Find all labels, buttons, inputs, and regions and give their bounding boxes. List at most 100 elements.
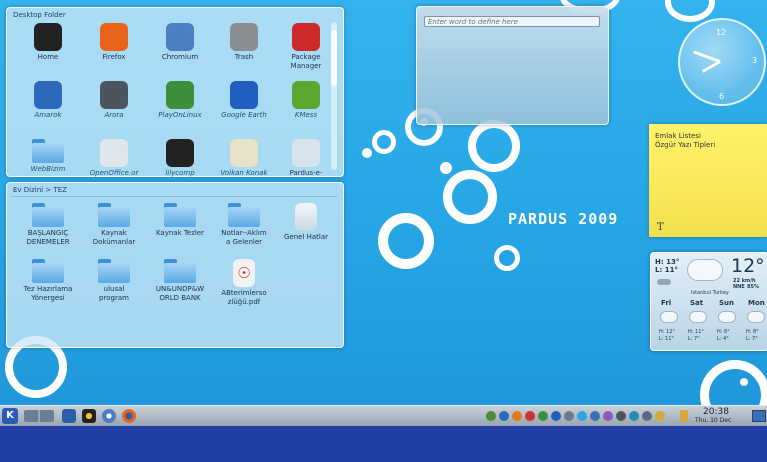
network-icon[interactable] [499, 411, 509, 421]
desktop-icon-playonlinux[interactable]: PlayOnLinux [149, 81, 211, 120]
icon-label: Notlar--Aklım a Gelenler [221, 229, 267, 246]
folder-icon [32, 139, 64, 163]
desktop-icon-webbizim[interactable]: WebBizim [17, 139, 79, 174]
desktop-icon-chromium[interactable]: Chromium [149, 23, 211, 62]
wallpaper-ring [443, 170, 497, 224]
chromium-icon [166, 23, 194, 51]
notifications-icon[interactable] [655, 411, 665, 421]
power-icon[interactable] [603, 411, 613, 421]
desktop-icon-trash[interactable]: Trash [213, 23, 275, 62]
cloud-rain-icon [718, 311, 736, 323]
package-manager-icon [292, 23, 320, 51]
scrollbar-handle[interactable] [331, 30, 337, 86]
bluetooth-icon[interactable] [551, 411, 561, 421]
icon-label: ulusal program [99, 285, 129, 302]
desktop-icon-package-manager[interactable]: Package Manager [275, 23, 337, 71]
forecast-high: H: 12° [659, 329, 675, 335]
forecast-day-name: Mon [748, 299, 765, 307]
clock-time[interactable]: 20:38 [703, 407, 729, 417]
text-format-icon[interactable]: T [657, 222, 664, 233]
wallpaper-ring [700, 360, 767, 405]
monitor-icon[interactable] [752, 410, 766, 422]
dictionary-search-input[interactable] [424, 16, 600, 27]
wallpaper-ring [494, 245, 520, 271]
cloud-rain-icon [660, 311, 678, 323]
wallpaper-dot [362, 148, 372, 158]
forecast-high: H: 8° [717, 329, 730, 335]
sticky-note[interactable]: Emlak Listesi Özgür Yazı Tipleri T [649, 124, 767, 237]
k-menu-button[interactable]: K [2, 408, 18, 424]
playonlinux-icon [166, 81, 194, 109]
folder-item[interactable]: Tez Hazırlama Yönergesi [17, 259, 79, 303]
forecast-low: L: 11° [659, 336, 674, 342]
folder-item[interactable]: Notlar--Aklım a Gelenler [213, 203, 275, 247]
kmess-icon [292, 81, 320, 109]
desktop-icon-lilycomp[interactable]: lilycomp [149, 139, 211, 178]
folder-icon [32, 203, 64, 227]
icon-label: Genel Hatlar [283, 233, 329, 241]
folder-icon [228, 203, 260, 227]
scrollbar[interactable] [331, 22, 337, 170]
show-desktop-icon[interactable] [62, 409, 76, 423]
kget-icon[interactable] [525, 411, 535, 421]
panel-title: Ev Dizini > TEZ [13, 186, 67, 194]
display-icon[interactable] [642, 411, 652, 421]
folder-icon [32, 259, 64, 283]
penguin-icon[interactable] [82, 409, 96, 423]
desktop-icon-firefox[interactable]: Firefox [83, 23, 145, 62]
wallpaper-dot [740, 378, 748, 386]
openoffice-icon [100, 139, 128, 167]
printer-icon[interactable] [564, 411, 574, 421]
forecast-day-name: Sun [719, 299, 735, 307]
klipper-icon[interactable] [629, 411, 639, 421]
document-icon [292, 139, 320, 167]
skype-icon[interactable] [577, 411, 587, 421]
desktop-icon-volkan-konak[interactable]: Volkan Konak [213, 139, 275, 178]
icon-label: Arora [104, 111, 124, 119]
folder-item[interactable]: Kaynak Dokümanlar [83, 203, 145, 247]
forecast-low: L: 7° [746, 336, 758, 342]
desktop-folder-panel[interactable]: Desktop Folder Home Firefox Chromium Trash P… [6, 7, 344, 177]
clipboard-icon[interactable] [512, 411, 522, 421]
desktop-wallpaper: PARDUS 2009 Desktop Folder Home Firefox Ch… [0, 0, 767, 405]
icon-label: BAŞLANGIÇ DENEMELER [26, 229, 70, 246]
update-icon[interactable] [486, 411, 496, 421]
pager-icon[interactable] [24, 410, 54, 422]
icon-label: Kaynak Dokümanlar [92, 229, 136, 246]
desktop-icon-pardus-e-[interactable]: Pardus-e- [275, 139, 337, 178]
icon-label: PlayOnLinux [158, 111, 202, 119]
icon-label: Kaynak Tezler [155, 229, 205, 237]
kmix-icon[interactable] [538, 411, 548, 421]
icon-label: Tez Hazırlama Yönergesi [23, 285, 73, 302]
folder-item[interactable]: Genel Hatlar [275, 203, 337, 242]
taskbar: K 20:38 Thu, 10 Dec [0, 405, 767, 426]
desktop-icon-kmess[interactable]: KMess [275, 81, 337, 120]
desktop-icon-google-earth[interactable]: Google Earth [213, 81, 275, 120]
home-folder-panel[interactable]: Ev Dizini > TEZ BAŞLANGIÇ DENEMELER Kayna… [6, 182, 344, 348]
weather-location: Istanbul Turkey [691, 290, 729, 296]
firefox-icon[interactable] [122, 409, 136, 423]
amarok-icon [34, 81, 62, 109]
folder-icon [164, 203, 196, 227]
clock-date[interactable]: Thu, 10 Dec [695, 417, 731, 424]
chromium-icon[interactable] [102, 409, 116, 423]
panel-title: Desktop Folder [13, 11, 66, 19]
forecast-day-name: Fri [661, 299, 672, 307]
forecast-day-name: Sat [690, 299, 704, 307]
folder-item[interactable]: UN&UNDP&W ORLD BANK [149, 259, 211, 303]
desktop-icon-arora[interactable]: Arora [83, 81, 145, 120]
folder-item[interactable]: Kaynak Tezler [149, 203, 211, 238]
document-icon [295, 203, 317, 231]
folder-item[interactable]: ☉ ABterimlerso zlüğü.pdf [213, 259, 275, 307]
mail-icon[interactable] [590, 411, 600, 421]
desktop-icon-openoffice-or[interactable]: OpenOffice.or [83, 139, 145, 178]
icon-label: Volkan Konak [220, 169, 268, 177]
folder-item[interactable]: ulusal program [83, 259, 145, 303]
clock-numeral: 6 [719, 92, 725, 101]
folder-item[interactable]: BAŞLANGIÇ DENEMELER [17, 203, 79, 247]
desktop-icon-amarok[interactable]: Amarok [17, 81, 79, 120]
wallpaper-ring [468, 120, 520, 172]
volume-icon[interactable] [616, 411, 626, 421]
desktop-icon-home[interactable]: Home [17, 23, 79, 62]
icon-label: lilycomp [165, 169, 195, 177]
